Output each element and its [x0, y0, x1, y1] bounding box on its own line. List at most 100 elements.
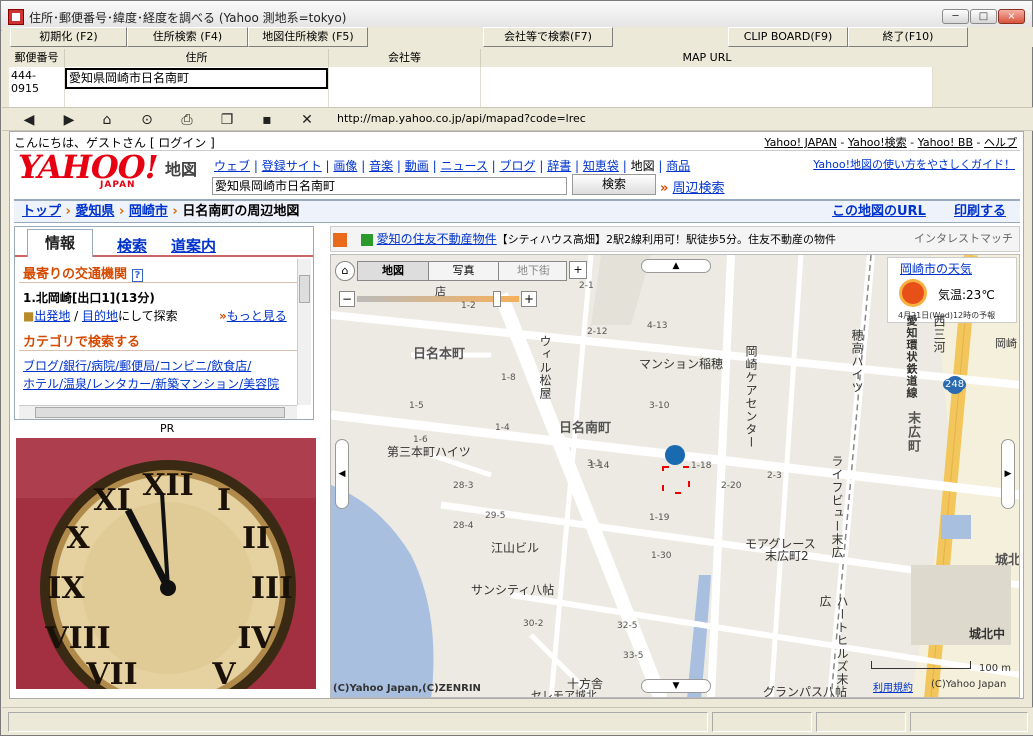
map-label: セレモア城北: [531, 689, 597, 698]
svc-blog[interactable]: ブログ: [500, 159, 536, 173]
map-guide-link[interactable]: Yahoo!地図の使い方をやさしくガイド！: [813, 156, 1015, 172]
home-position-icon[interactable]: ⌂: [335, 261, 355, 281]
logo-sub: JAPAN: [100, 180, 136, 190]
close-button[interactable]: ×: [998, 9, 1025, 24]
company-cell[interactable]: [329, 67, 481, 107]
block-number: 2-20: [721, 481, 742, 491]
address-cell[interactable]: 愛知県岡崎市日名南町: [65, 68, 328, 89]
pan-up-button[interactable]: ▲: [641, 259, 711, 273]
map-label: 岡崎: [995, 337, 1017, 350]
car-icon: ■: [23, 309, 35, 323]
scroll-thumb[interactable]: [299, 275, 310, 303]
map-mode-tabs: 地図 写真 地下街: [357, 261, 567, 281]
category-links-2[interactable]: ホテル/温泉/レンタカー/新築マンション/美容院: [23, 375, 279, 392]
clipboard-button[interactable]: CLIP BOARD(F9): [728, 27, 848, 47]
svc-web[interactable]: ウェブ: [214, 159, 250, 173]
exit-button[interactable]: 終了(F10): [848, 27, 968, 47]
weather-link[interactable]: 岡崎市の天気: [900, 260, 972, 277]
station-item[interactable]: 1.北岡崎[出口1](13分): [23, 289, 155, 306]
block-number: 1-8: [501, 373, 516, 383]
init-button[interactable]: 初期化 (F2): [10, 27, 127, 47]
copy-icon[interactable]: ❐: [218, 111, 236, 129]
yahoo-search-link[interactable]: Yahoo!検索: [848, 136, 907, 149]
tab-search[interactable]: 検索: [117, 235, 147, 256]
maximize-button[interactable]: □: [970, 9, 997, 24]
tab-route[interactable]: 道案内: [171, 235, 216, 256]
zoom-in-icon[interactable]: +: [521, 291, 537, 307]
category-links-1[interactable]: ブログ/銀行/病院/郵便局/コンビニ/飲食店/: [23, 357, 251, 374]
from-link[interactable]: 出発地: [34, 309, 70, 323]
terms-link[interactable]: 利用規約: [873, 679, 913, 694]
pan-right-button[interactable]: ▶: [1001, 439, 1015, 509]
zoom-thumb[interactable]: [493, 291, 501, 307]
address-url[interactable]: http://map.yahoo.co.jp/api/mapad?code=lr…: [337, 112, 586, 125]
help-link[interactable]: ヘルプ: [984, 136, 1017, 149]
more-link[interactable]: »もっと見る: [219, 307, 287, 324]
panel-vertical-scrollbar[interactable]: [297, 259, 311, 405]
yahoo-japan-link[interactable]: Yahoo! JAPAN: [764, 136, 837, 149]
company-search-button[interactable]: 会社等で検索(F7): [483, 27, 613, 47]
tools-icon[interactable]: ✕: [298, 111, 316, 129]
crumb-top[interactable]: トップ: [22, 204, 61, 219]
search-icon[interactable]: ⊙: [138, 111, 156, 129]
map-label: 店: [435, 285, 446, 298]
breadcrumb: トップ › 愛知県 › 岡崎市 › 日名南町の周辺地図 この地図のURL 印刷す…: [14, 199, 1020, 223]
browser-view: こんにちは、ゲストさん [ ログイン ] Yahoo! JAPAN - Yaho…: [9, 131, 1024, 699]
svc-chiebukuro[interactable]: 知恵袋: [583, 159, 619, 173]
svc-sites[interactable]: 登録サイト: [262, 159, 322, 173]
more-link-label: もっと見る: [226, 309, 287, 323]
map-url-link[interactable]: この地図のURL: [832, 201, 926, 222]
home-icon[interactable]: ⌂: [98, 111, 116, 129]
scroll-thumb[interactable]: [35, 407, 285, 418]
map-label-vertical: 愛知環状鉄道線: [905, 315, 918, 399]
svc-music[interactable]: 音楽: [369, 159, 393, 173]
crumb-city[interactable]: 岡崎市: [129, 204, 168, 219]
zoom-out-icon[interactable]: −: [339, 291, 355, 307]
zip-cell[interactable]: 444-0915: [9, 67, 65, 107]
print-icon[interactable]: ⎙: [178, 111, 196, 129]
tab-info[interactable]: 情報: [27, 229, 93, 257]
nearby-search-link[interactable]: » 周辺検索: [660, 177, 725, 196]
mode-photo[interactable]: 写真: [428, 262, 498, 280]
pr-clock-image[interactable]: XII I II III IV V XI X IX VIII VII: [16, 438, 316, 689]
pan-down-button[interactable]: ▼: [641, 679, 711, 693]
help-icon[interactable]: ?: [131, 269, 144, 282]
forward-icon[interactable]: ▶: [60, 111, 78, 129]
block-number: 1-19: [649, 513, 670, 523]
panel-horizontal-scrollbar[interactable]: [19, 405, 297, 419]
mode-underground[interactable]: 地下街: [498, 262, 568, 280]
map-canvas[interactable]: ⌂ 地図 写真 地下街 + − + ▲ ▼ ◀ ▶ 岡崎市の天気 気温:23℃ …: [330, 254, 1020, 698]
svg-text:V: V: [211, 657, 236, 689]
map-label-vertical: ハートヒルズ末広: [818, 595, 849, 686]
crumb-pref[interactable]: 愛知県: [75, 204, 114, 219]
print-link[interactable]: 印刷する: [954, 201, 1006, 222]
block-number: 2-12: [587, 327, 608, 337]
map-search-button[interactable]: 検索: [572, 174, 656, 195]
pan-left-button[interactable]: ◀: [335, 439, 349, 509]
map-label: 城北中: [969, 627, 1006, 641]
expand-icon[interactable]: +: [569, 261, 587, 279]
collapse-icon[interactable]: [333, 232, 347, 247]
map-address-search-button[interactable]: 地図住所検索 (F5): [248, 27, 368, 47]
map-url-cell[interactable]: [481, 67, 933, 107]
yahoo-logo[interactable]: YAHOO! JAPAN: [18, 151, 159, 192]
back-icon[interactable]: ◀: [20, 111, 38, 129]
address-search-button[interactable]: 住所検索 (F4): [127, 27, 248, 47]
map-search-input[interactable]: 愛知県岡崎市日名南町: [212, 177, 567, 195]
save-icon[interactable]: ▪: [258, 111, 276, 129]
svc-shopping[interactable]: 商品: [666, 159, 690, 173]
ad-link[interactable]: 愛知の住友不動産物件: [377, 232, 497, 246]
block-number: 2-1: [579, 281, 594, 291]
mode-map[interactable]: 地図: [358, 262, 428, 280]
to-link[interactable]: 目的地: [82, 309, 118, 323]
svc-dict[interactable]: 辞書: [547, 159, 571, 173]
yahoo-bb-link[interactable]: Yahoo! BB: [918, 136, 973, 149]
svc-news[interactable]: ニュース: [440, 159, 487, 173]
svc-images[interactable]: 画像: [333, 159, 357, 173]
svc-video[interactable]: 動画: [405, 159, 429, 173]
explore-text: にして探索: [118, 309, 178, 323]
block-number: 28-4: [453, 521, 474, 531]
status-pane: [910, 712, 1028, 732]
svg-text:VIII: VIII: [44, 621, 110, 656]
minimize-button[interactable]: ─: [942, 9, 969, 24]
